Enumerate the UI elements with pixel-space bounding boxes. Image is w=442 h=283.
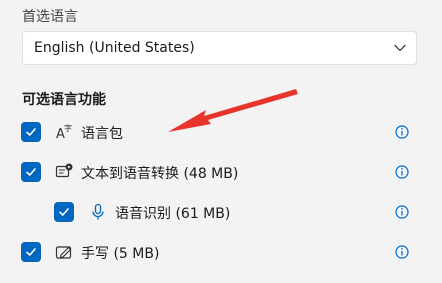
- text-to-speech-icon: [55, 163, 73, 181]
- info-icon[interactable]: [395, 165, 409, 179]
- text-to-speech-label: 文本到语音转换 (48 MB): [81, 166, 239, 182]
- feature-row-text-to-speech: 文本到语音转换 (48 MB): [0, 155, 442, 189]
- svg-text:字: 字: [64, 123, 72, 133]
- preferred-language-value: English (United States): [34, 40, 195, 56]
- checkmark-icon: [59, 208, 69, 216]
- preferred-language-label: 首选语言: [22, 9, 78, 25]
- handwriting-label: 手写 (5 MB): [81, 246, 160, 262]
- checkmark-icon: [26, 128, 36, 136]
- optional-features-heading: 可选语言功能: [22, 92, 106, 108]
- language-pack-label: 语言包: [81, 126, 123, 142]
- language-icon: A字: [55, 123, 73, 141]
- preferred-language-dropdown[interactable]: English (United States): [22, 31, 417, 65]
- speech-recognition-label: 语音识别 (61 MB): [115, 206, 231, 222]
- microphone-icon: [89, 203, 107, 221]
- info-icon[interactable]: [395, 205, 409, 219]
- info-icon[interactable]: [395, 245, 409, 259]
- checkmark-icon: [26, 248, 36, 256]
- language-settings-panel: 首选语言 English (United States) 可选语言功能 A字 语…: [0, 0, 442, 283]
- feature-row-language-pack: A字 语言包: [0, 115, 442, 149]
- handwriting-icon: [55, 243, 73, 261]
- feature-row-handwriting: 手写 (5 MB): [0, 235, 442, 269]
- feature-row-speech-recognition: 语音识别 (61 MB): [0, 195, 442, 229]
- language-pack-checkbox[interactable]: [21, 122, 41, 142]
- speech-recognition-checkbox[interactable]: [54, 202, 74, 222]
- text-to-speech-checkbox[interactable]: [21, 162, 41, 182]
- handwriting-checkbox[interactable]: [21, 242, 41, 262]
- info-icon[interactable]: [395, 125, 409, 139]
- chevron-down-icon: [394, 44, 406, 52]
- checkmark-icon: [26, 168, 36, 176]
